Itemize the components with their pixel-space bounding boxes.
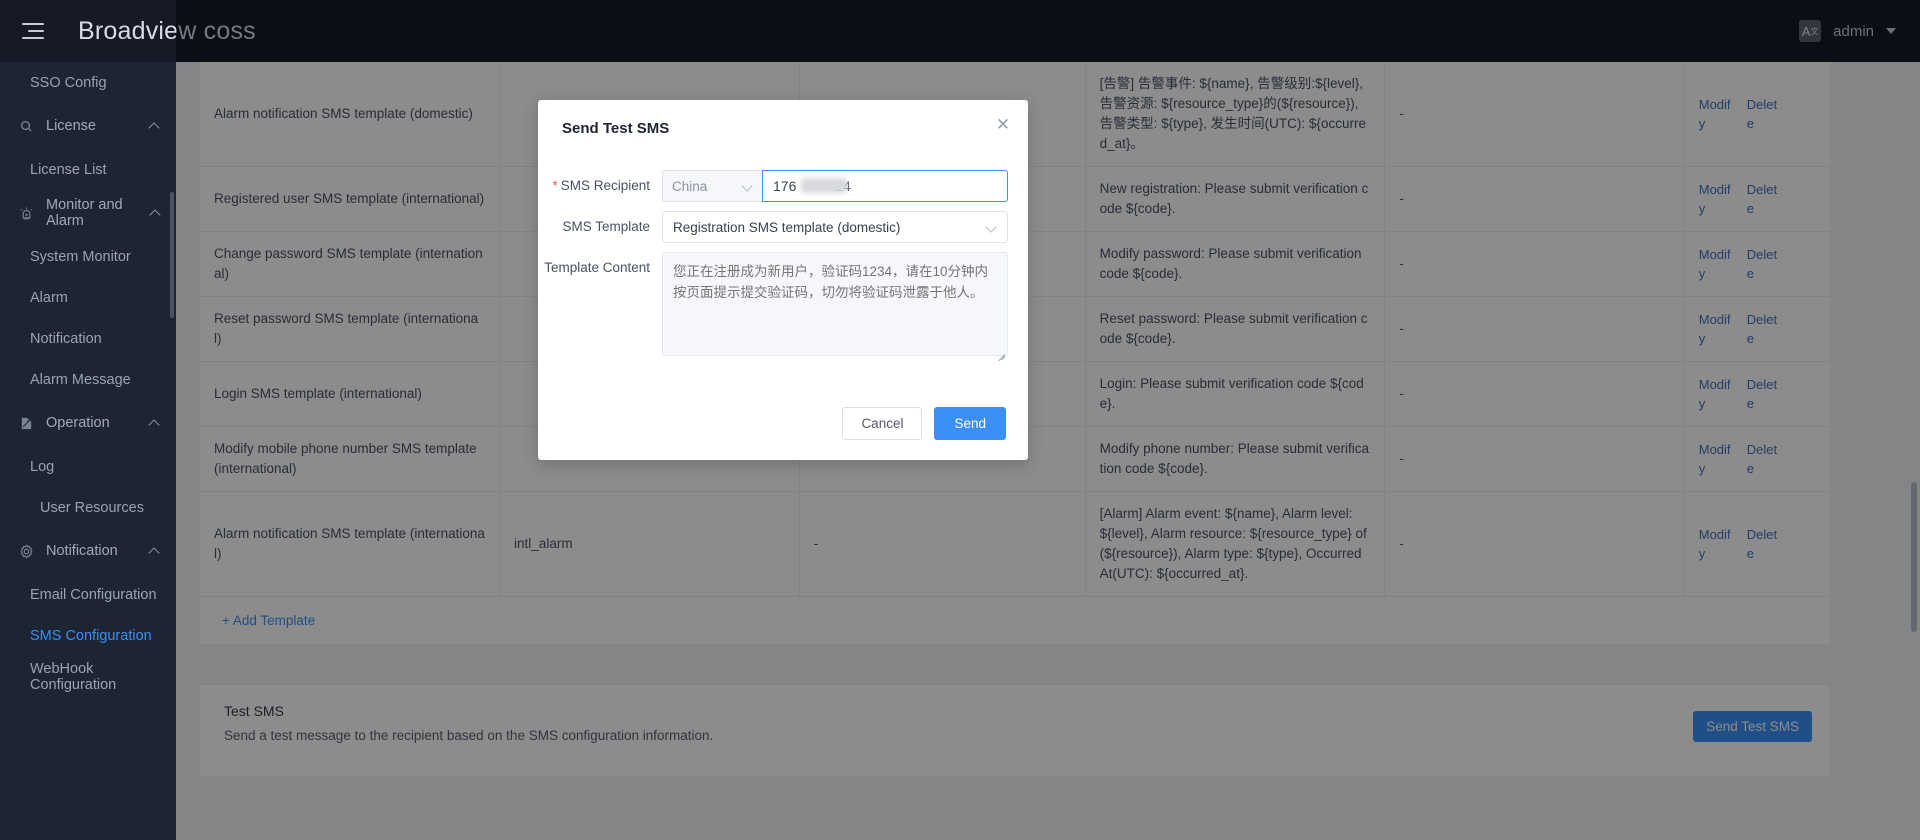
template-content-label: Template Content bbox=[544, 260, 650, 275]
sidebar-item-sms-configuration[interactable]: SMS Configuration bbox=[0, 615, 176, 656]
cancel-button[interactable]: Cancel bbox=[842, 407, 923, 440]
sidebar-item-sso-config[interactable]: SSO Config bbox=[0, 62, 176, 103]
sidebar-item-label: SMS Configuration bbox=[30, 627, 152, 644]
sidebar-scrollbar[interactable] bbox=[170, 192, 174, 318]
sidebar-item-email-configuration[interactable]: Email Configuration bbox=[0, 574, 176, 615]
sidebar-item-label: Alarm bbox=[30, 289, 68, 306]
dialog-title: Send Test SMS bbox=[562, 120, 670, 137]
sidebar-group-label: License bbox=[46, 118, 96, 134]
recipient-input-group: China bbox=[662, 170, 1008, 202]
chevron-up-icon[interactable] bbox=[150, 418, 160, 428]
sidebar-item-label: WebHook Configuration bbox=[30, 660, 117, 693]
sidebar-item-label: SSO Config bbox=[30, 74, 107, 91]
sidebar-item-label: Email Configuration bbox=[30, 586, 157, 603]
sidebar-item-label: System Monitor bbox=[30, 248, 131, 265]
sms-recipient-row: * SMS Recipient China bbox=[538, 170, 1008, 202]
sidebar-group-label: Operation bbox=[46, 415, 110, 431]
modal-overlay[interactable] bbox=[176, 0, 1920, 840]
sidebar-group-label: Monitor and Alarm bbox=[46, 197, 123, 229]
template-content-textarea[interactable] bbox=[662, 252, 1008, 356]
sidebar-item-license-list[interactable]: License List bbox=[0, 149, 176, 190]
dialog-footer: Cancel Send bbox=[842, 407, 1006, 440]
chevron-up-icon[interactable] bbox=[151, 208, 160, 218]
close-icon[interactable]: ✕ bbox=[994, 116, 1012, 134]
sidebar-group-notification[interactable]: Notification bbox=[0, 528, 176, 574]
sidebar-item-log[interactable]: Log bbox=[0, 446, 176, 487]
sidebar-menu: SSO Config License License List Monitor and… bbox=[0, 62, 176, 697]
sms-recipient-label-text: SMS Recipient bbox=[560, 178, 650, 193]
sidebar-item-alarm[interactable]: Alarm bbox=[0, 277, 176, 318]
country-code-value: China bbox=[672, 178, 708, 194]
send-test-sms-dialog: Send Test SMS ✕ *SMS Recipient China SMS… bbox=[538, 100, 1028, 460]
chevron-up-icon[interactable] bbox=[150, 121, 160, 131]
sidebar-item-notification[interactable]: Notification bbox=[0, 318, 176, 359]
sidebar-item-label: License List bbox=[30, 161, 107, 178]
hamburger-bar bbox=[22, 37, 44, 39]
chevron-up-icon[interactable] bbox=[150, 546, 160, 556]
sidebar-group-monitor-and-alarm[interactable]: Monitor and Alarm bbox=[0, 190, 176, 236]
gear-icon bbox=[18, 543, 35, 560]
sidebar-item-label: User Resources bbox=[40, 499, 144, 516]
sidebar: SSO Config License License List Monitor and… bbox=[0, 62, 176, 840]
hamburger-bar bbox=[22, 23, 44, 25]
sidebar-item-webhook-configuration[interactable]: WebHook Configuration bbox=[0, 656, 176, 697]
grip-line bbox=[1001, 356, 1006, 361]
license-icon bbox=[18, 118, 35, 135]
sidebar-item-label: Alarm Message bbox=[30, 371, 131, 388]
hamburger-bar bbox=[28, 30, 44, 32]
sidebar-item-alarm-message[interactable]: Alarm Message bbox=[0, 359, 176, 400]
sidebar-item-user-resources[interactable]: User Resources bbox=[0, 487, 176, 528]
sidebar-item-system-monitor[interactable]: System Monitor bbox=[0, 236, 176, 277]
required-asterisk: * bbox=[552, 178, 558, 193]
phone-number-input[interactable] bbox=[762, 170, 1008, 202]
document-icon bbox=[18, 415, 35, 432]
chevron-down-icon bbox=[743, 181, 753, 191]
alarm-icon bbox=[18, 205, 35, 222]
template-content-wrap bbox=[662, 252, 1008, 362]
chevron-down-icon bbox=[987, 222, 997, 232]
hamburger-icon[interactable] bbox=[22, 16, 52, 46]
sms-recipient-label: * SMS Recipient bbox=[538, 170, 662, 202]
sidebar-group-license[interactable]: License bbox=[0, 103, 176, 149]
sms-template-selected-value: Registration SMS template (domestic) bbox=[673, 219, 901, 235]
template-content-row: Template Content bbox=[538, 252, 1008, 362]
send-button[interactable]: Send bbox=[934, 407, 1006, 440]
country-code-select[interactable]: China bbox=[662, 170, 762, 202]
sidebar-item-label: Log bbox=[30, 458, 55, 475]
sms-template-select[interactable]: Registration SMS template (domestic) bbox=[662, 211, 1008, 243]
sidebar-group-operation[interactable]: Operation bbox=[0, 400, 176, 446]
sms-template-row: SMS Template Registration SMS template (… bbox=[538, 211, 1008, 243]
sms-template-label: SMS Template bbox=[562, 219, 650, 234]
sidebar-group-label: Notification bbox=[46, 543, 118, 559]
sidebar-item-label: Notification bbox=[30, 330, 102, 347]
